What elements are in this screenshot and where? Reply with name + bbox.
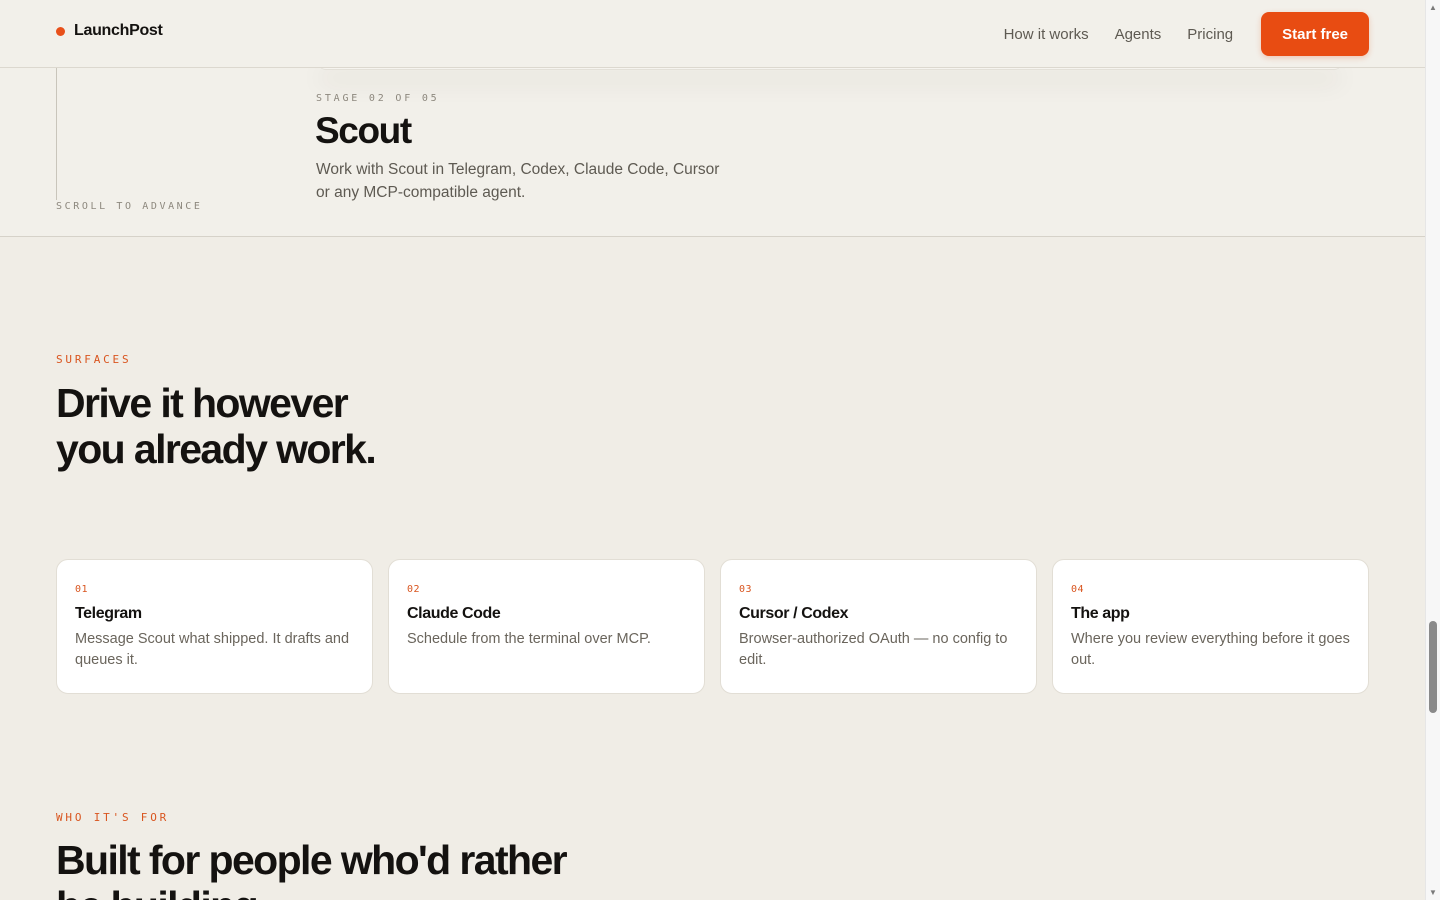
scroll-up-arrow-icon[interactable]: ▲: [1429, 3, 1437, 12]
surfaces-title: Drive it however you already work.: [56, 380, 377, 472]
card-number: 02: [407, 584, 421, 595]
brand-name: LaunchPost: [74, 22, 163, 39]
card-title: Cursor / Codex: [739, 605, 849, 622]
surface-card-claude-code[interactable]: 02 Claude Code Schedule from the termina…: [388, 559, 705, 694]
stage-description: Work with Scout in Telegram, Codex, Clau…: [316, 161, 720, 201]
card-description: Schedule from the terminal over MCP.: [407, 631, 651, 647]
stage-section: SCROLL TO ADVANCE STAGE 02 OF 05 Scout W…: [0, 62, 1425, 237]
site-header: LaunchPost How it works Agents Pricing S…: [0, 0, 1425, 68]
stage-title: Scout: [315, 110, 412, 151]
surface-card-the-app[interactable]: 04 The app Where you review everything b…: [1052, 559, 1369, 694]
stage-progress-line: [56, 68, 57, 200]
brand-logo[interactable]: LaunchPost: [56, 22, 163, 40]
card-description: Browser-authorized OAuth — no config to …: [739, 631, 1008, 668]
nav-link-how-it-works[interactable]: How it works: [1004, 26, 1089, 43]
surface-cards: 01 Telegram Message Scout what shipped. …: [56, 559, 1369, 694]
surface-card-telegram[interactable]: 01 Telegram Message Scout what shipped. …: [56, 559, 373, 694]
start-free-button[interactable]: Start free: [1261, 12, 1369, 56]
page-scrollbar[interactable]: ▲ ▼: [1425, 0, 1440, 900]
scroll-down-arrow-icon[interactable]: ▼: [1429, 888, 1437, 897]
card-title: The app: [1071, 605, 1130, 622]
page: LaunchPost How it works Agents Pricing S…: [0, 0, 1425, 900]
scroll-hint: SCROLL TO ADVANCE: [56, 201, 203, 212]
scrollbar-thumb[interactable]: [1429, 621, 1437, 713]
card-title: Claude Code: [407, 605, 501, 622]
who-eyebrow: WHO IT'S FOR: [56, 811, 170, 824]
card-description: Message Scout what shipped. It drafts an…: [75, 631, 350, 668]
surfaces-eyebrow: SURFACES: [56, 353, 132, 366]
brand-dot-icon: [56, 26, 65, 36]
surface-card-cursor-codex[interactable]: 03 Cursor / Codex Browser-authorized OAu…: [720, 559, 1037, 694]
card-title: Telegram: [75, 605, 142, 622]
who-title: Built for people who'd rather be buildin…: [56, 837, 568, 900]
stage-counter: STAGE 02 OF 05: [316, 93, 440, 104]
card-description: Where you review everything before it go…: [1071, 631, 1350, 668]
card-number: 03: [739, 584, 753, 595]
main-nav: How it works Agents Pricing Start free: [1004, 12, 1369, 56]
card-number: 04: [1071, 584, 1085, 595]
nav-link-agents[interactable]: Agents: [1115, 26, 1162, 43]
nav-link-pricing[interactable]: Pricing: [1187, 26, 1233, 43]
card-number: 01: [75, 584, 89, 595]
